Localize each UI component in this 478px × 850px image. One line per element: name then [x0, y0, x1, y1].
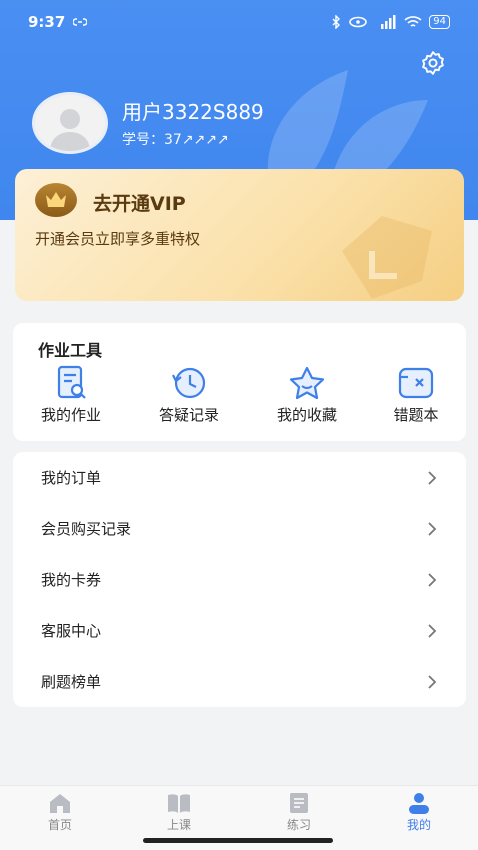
- menu-list: 我的订单 会员购买记录 我的卡券 客服中心 刷题榜单: [13, 452, 466, 707]
- tab-label: 练习: [286, 818, 311, 832]
- vip-subtitle: 开通会员立即享多重特权: [35, 230, 201, 248]
- tool-qa-history[interactable]: 答疑记录: [139, 365, 239, 429]
- chevron-right-icon: [428, 674, 437, 689]
- profile-icon: [409, 793, 429, 814]
- tab-label: 上课: [166, 818, 191, 832]
- bluetooth-icon: [332, 15, 341, 29]
- default-avatar-icon: [50, 109, 90, 151]
- tool-wrong-questions[interactable]: 错题本: [366, 365, 466, 429]
- vip-badge: [35, 183, 77, 217]
- tab-class[interactable]: 上课: [139, 792, 219, 833]
- vip-decoration: [342, 216, 432, 299]
- link-icon: [349, 16, 368, 28]
- menu-item-my-coupons[interactable]: 我的卡券: [13, 554, 466, 605]
- menu-item-label: 客服中心: [41, 622, 102, 640]
- battery-indicator: 94: [429, 15, 450, 29]
- history-icon: [172, 367, 206, 399]
- tool-label: 我的收藏: [276, 406, 337, 424]
- menu-item-membership-records[interactable]: 会员购买记录: [13, 503, 466, 554]
- homework-icon: [57, 365, 86, 399]
- tools-title: 作业工具: [38, 341, 103, 360]
- menu-item-label: 会员购买记录: [41, 520, 132, 538]
- tool-my-homework[interactable]: 我的作业: [21, 365, 121, 429]
- crown-icon: [46, 192, 66, 207]
- home-icon: [50, 794, 70, 813]
- student-id: 学号：37↗↗↗↗: [122, 132, 229, 148]
- settings-gear-icon[interactable]: [420, 50, 446, 76]
- chevron-right-icon: [428, 572, 437, 587]
- tab-label: 我的: [406, 818, 431, 832]
- menu-item-customer-service[interactable]: 客服中心: [13, 605, 466, 656]
- menu-item-label: 刷题榜单: [41, 673, 102, 691]
- tab-label: 首页: [47, 818, 72, 832]
- tab-practice[interactable]: 练习: [259, 792, 339, 833]
- chevron-right-icon: [428, 521, 437, 536]
- menu-item-leaderboard[interactable]: 刷题榜单: [13, 656, 466, 707]
- signal-icon: [381, 15, 396, 29]
- wrong-book-icon: [398, 367, 434, 399]
- tab-home[interactable]: 首页: [20, 792, 100, 833]
- practice-icon: [290, 793, 308, 813]
- menu-item-label: 我的卡券: [41, 571, 102, 589]
- tab-mine[interactable]: 我的: [379, 792, 459, 833]
- home-indicator: [143, 838, 333, 843]
- wifi-icon: [404, 16, 422, 27]
- status-bar: 9:37 94: [0, 0, 478, 44]
- menu-item-my-orders[interactable]: 我的订单: [13, 452, 466, 503]
- chevron-right-icon: [428, 470, 437, 485]
- vip-card[interactable]: 去开通VIP 开通会员立即享多重特权: [15, 169, 464, 301]
- menu-item-label: 我的订单: [41, 469, 102, 487]
- tool-label: 我的作业: [40, 406, 101, 424]
- link-icon: [73, 18, 88, 26]
- vip-title: 去开通VIP: [93, 193, 186, 215]
- avatar[interactable]: [32, 92, 108, 154]
- tool-my-favorites[interactable]: 我的收藏: [257, 365, 357, 429]
- status-time: 9:37: [28, 13, 66, 31]
- tool-label: 答疑记录: [158, 406, 219, 424]
- tool-label: 错题本: [393, 406, 439, 424]
- username: 用户3322S889: [122, 100, 264, 124]
- book-icon: [168, 794, 190, 813]
- chevron-right-icon: [428, 623, 437, 638]
- homework-tools-card: 作业工具 我的作业 答疑记录 我的收藏 错题本: [13, 323, 466, 441]
- star-icon: [289, 366, 325, 400]
